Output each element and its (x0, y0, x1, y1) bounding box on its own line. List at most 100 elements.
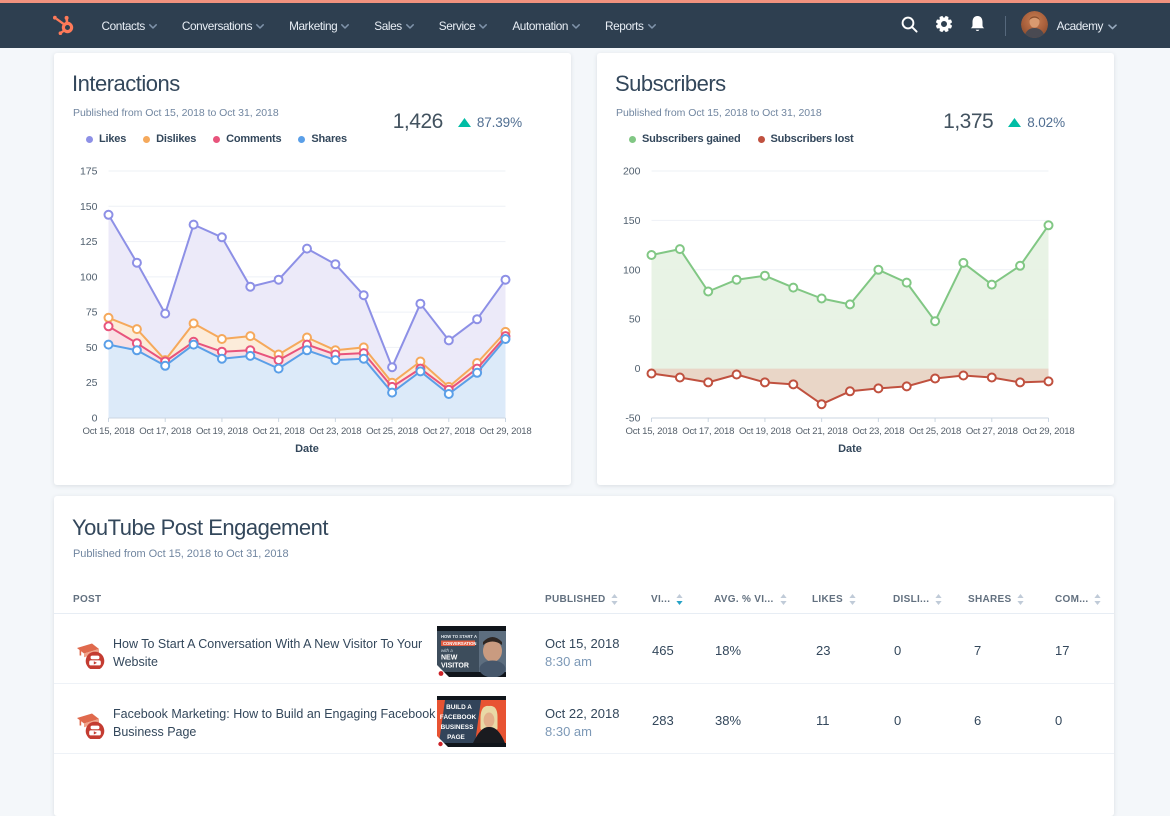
subscribers-chart[interactable]: -50050100150200Oct 15, 2018Oct 17, 2018O… (597, 153, 1114, 463)
interactions-chart[interactable]: 0255075100125150175Oct 15, 2018Oct 17, 2… (54, 153, 571, 463)
data-point-subscribers-gained[interactable] (789, 284, 797, 292)
data-point-subscribers-lost[interactable] (761, 378, 769, 386)
column-header-avgvi[interactable]: AVG. % VI... (714, 594, 787, 605)
data-point-dislikes[interactable] (190, 319, 198, 327)
data-point-likes[interactable] (133, 259, 141, 267)
interactions-subtitle: Published from Oct 15, 2018 to Oct 31, 2… (73, 107, 279, 119)
data-point-likes[interactable] (190, 221, 198, 229)
data-point-subscribers-lost[interactable] (704, 378, 712, 386)
data-point-shares[interactable] (161, 362, 169, 370)
data-point-subscribers-gained[interactable] (1016, 262, 1024, 270)
data-point-subscribers-gained[interactable] (818, 295, 826, 303)
data-point-shares[interactable] (473, 369, 481, 377)
column-header-com[interactable]: COM... (1055, 594, 1101, 605)
data-point-shares[interactable] (303, 346, 311, 354)
data-point-likes[interactable] (416, 300, 424, 308)
column-header-disli[interactable]: DISLI... (893, 594, 942, 605)
data-point-subscribers-lost[interactable] (648, 370, 656, 378)
data-point-comments[interactable] (275, 356, 283, 364)
settings-button[interactable] (927, 3, 961, 48)
data-point-subscribers-gained[interactable] (733, 276, 741, 284)
data-point-comments[interactable] (105, 322, 113, 330)
data-point-shares[interactable] (331, 356, 339, 364)
data-point-subscribers-lost[interactable] (733, 371, 741, 379)
data-point-subscribers-lost[interactable] (931, 375, 939, 383)
data-point-shares[interactable] (416, 367, 424, 375)
legend-item-dislikes[interactable]: Dislikes (143, 133, 196, 145)
data-point-likes[interactable] (105, 211, 113, 219)
data-point-shares[interactable] (246, 352, 254, 360)
data-point-subscribers-gained[interactable] (931, 317, 939, 325)
account-menu[interactable]: Academy (1057, 19, 1117, 33)
data-point-likes[interactable] (303, 245, 311, 253)
data-point-shares[interactable] (133, 346, 141, 354)
nav-item-sales[interactable]: Sales (362, 3, 427, 48)
column-header-published[interactable]: PUBLISHED (545, 594, 618, 605)
data-point-likes[interactable] (161, 310, 169, 318)
data-point-shares[interactable] (218, 355, 226, 363)
nav-item-contacts[interactable]: Contacts (89, 3, 169, 48)
video-thumbnail[interactable]: BUILD AFACEBOOKBUSINESSPAGE (437, 696, 506, 747)
data-point-subscribers-gained[interactable] (1045, 221, 1053, 229)
data-point-subscribers-gained[interactable] (959, 259, 967, 267)
data-point-likes[interactable] (218, 233, 226, 241)
data-point-likes[interactable] (331, 260, 339, 268)
data-point-subscribers-lost[interactable] (818, 400, 826, 408)
data-point-subscribers-lost[interactable] (1045, 377, 1053, 385)
data-point-subscribers-lost[interactable] (789, 380, 797, 388)
nav-item-automation[interactable]: Automation (500, 3, 593, 48)
data-point-likes[interactable] (445, 336, 453, 344)
legend-item-shares[interactable]: Shares (298, 133, 347, 145)
data-point-shares[interactable] (275, 365, 283, 373)
legend-item-comments[interactable]: Comments (213, 133, 281, 145)
data-point-shares[interactable] (190, 341, 198, 349)
data-point-dislikes[interactable] (246, 332, 254, 340)
nav-item-reports[interactable]: Reports (593, 3, 669, 48)
column-header-likes[interactable]: LIKES (812, 594, 856, 605)
data-point-subscribers-lost[interactable] (874, 384, 882, 392)
data-point-subscribers-lost[interactable] (846, 387, 854, 395)
data-point-subscribers-lost[interactable] (676, 374, 684, 382)
nav-item-marketing[interactable]: Marketing (277, 3, 362, 48)
avatar[interactable] (1021, 11, 1048, 38)
hubspot-logo-icon[interactable] (53, 12, 79, 40)
notifications-button[interactable] (961, 3, 995, 48)
data-point-shares[interactable] (388, 389, 396, 397)
data-point-subscribers-gained[interactable] (874, 266, 882, 274)
data-point-subscribers-lost[interactable] (903, 382, 911, 390)
data-point-shares[interactable] (360, 355, 368, 363)
data-point-dislikes[interactable] (218, 335, 226, 343)
data-point-subscribers-lost[interactable] (959, 372, 967, 380)
data-point-likes[interactable] (360, 291, 368, 299)
search-button[interactable] (893, 3, 927, 48)
legend-item-likes[interactable]: Likes (86, 133, 126, 145)
nav-item-service[interactable]: Service (426, 3, 500, 48)
data-point-subscribers-gained[interactable] (676, 245, 684, 253)
data-point-shares[interactable] (502, 335, 510, 343)
data-point-likes[interactable] (246, 283, 254, 291)
data-point-subscribers-gained[interactable] (704, 288, 712, 296)
data-point-subscribers-gained[interactable] (846, 300, 854, 308)
data-point-subscribers-gained[interactable] (648, 251, 656, 259)
post-title-link[interactable]: Facebook Marketing: How to Build an Enga… (113, 705, 440, 741)
data-point-likes[interactable] (502, 276, 510, 284)
data-point-dislikes[interactable] (133, 325, 141, 333)
data-point-subscribers-gained[interactable] (761, 272, 769, 280)
data-point-subscribers-gained[interactable] (988, 281, 996, 289)
data-point-likes[interactable] (473, 315, 481, 323)
column-header-vi[interactable]: VI... (651, 594, 683, 605)
post-title-link[interactable]: How To Start A Conversation With A New V… (113, 635, 440, 671)
data-point-dislikes[interactable] (105, 314, 113, 322)
legend-item-subscribers-gained[interactable]: Subscribers gained (629, 133, 741, 145)
data-point-shares[interactable] (445, 390, 453, 398)
data-point-likes[interactable] (388, 363, 396, 371)
data-point-shares[interactable] (105, 341, 113, 349)
data-point-subscribers-lost[interactable] (988, 374, 996, 382)
data-point-likes[interactable] (275, 276, 283, 284)
video-thumbnail[interactable]: HOW TO START ACONVERSATIONwith aNEWVISIT… (437, 626, 506, 677)
nav-item-conversations[interactable]: Conversations (169, 3, 276, 48)
legend-item-subscribers-lost[interactable]: Subscribers lost (758, 133, 854, 145)
column-header-shares[interactable]: SHARES (968, 594, 1024, 605)
data-point-subscribers-gained[interactable] (903, 279, 911, 287)
data-point-subscribers-lost[interactable] (1016, 378, 1024, 386)
